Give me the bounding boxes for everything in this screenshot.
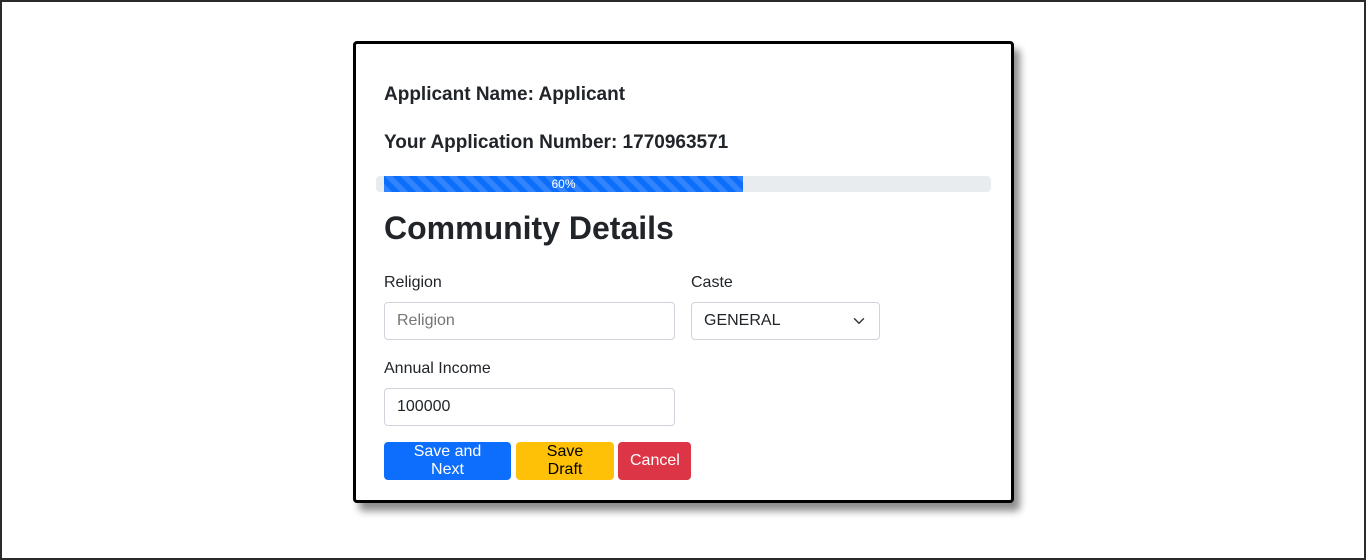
application-form-card: Applicant Name: Applicant Your Applicati… bbox=[353, 41, 1014, 503]
annual-income-label: Annual Income bbox=[384, 360, 491, 377]
progress-label: 60% bbox=[551, 177, 576, 191]
annual-income-input[interactable] bbox=[384, 388, 675, 426]
progress-track: 60% bbox=[376, 176, 991, 192]
caste-label: Caste bbox=[691, 274, 733, 291]
chevron-down-icon bbox=[853, 318, 865, 324]
section-title: Community Details bbox=[384, 210, 674, 246]
religion-input[interactable] bbox=[384, 302, 675, 340]
religion-label: Religion bbox=[384, 274, 442, 291]
cancel-button[interactable]: Cancel bbox=[618, 442, 691, 480]
save-draft-button[interactable]: Save Draft bbox=[516, 442, 614, 480]
save-and-next-button[interactable]: Save and Next bbox=[384, 442, 511, 480]
application-number: Your Application Number: 1770963571 bbox=[384, 132, 729, 153]
caste-select[interactable]: GENERAL bbox=[691, 302, 880, 340]
applicant-name: Applicant Name: Applicant bbox=[384, 84, 626, 105]
caste-selected-value: GENERAL bbox=[704, 312, 781, 329]
progress-bar: 60% bbox=[384, 176, 743, 192]
